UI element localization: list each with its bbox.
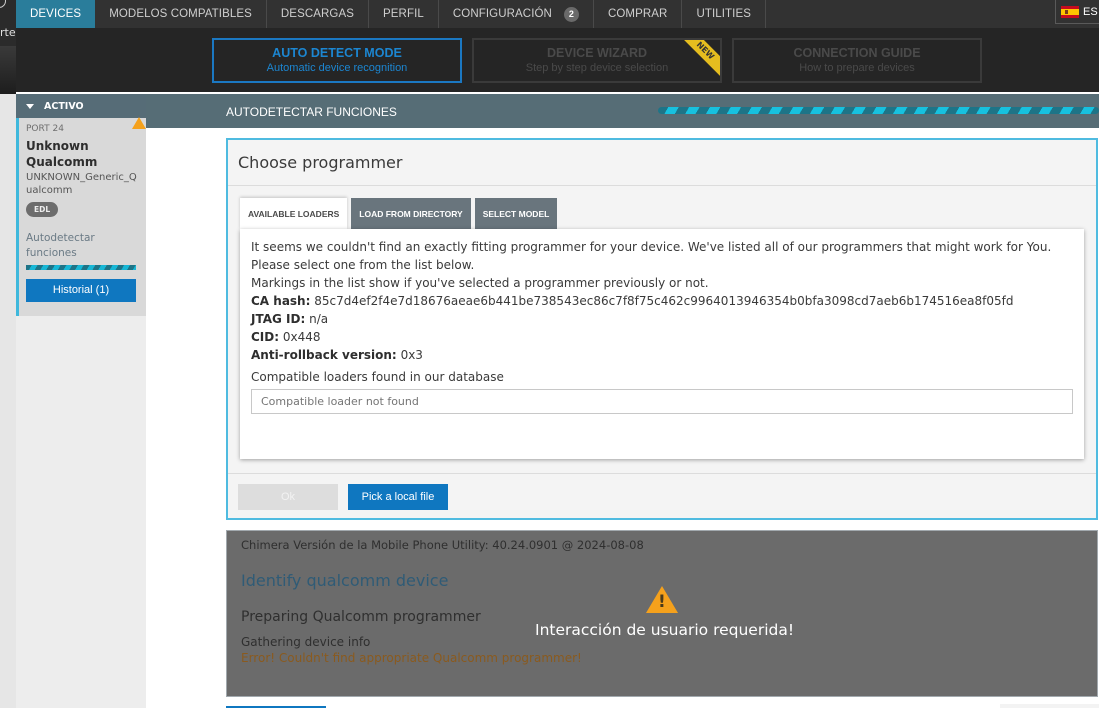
dialog-footer: Ok Pick a local file — [228, 473, 1096, 518]
field-key: CA hash: — [251, 294, 311, 308]
ca-hash-value: 85c7d4ef2f4e7d18676aeae6b441be738543ec86… — [314, 294, 1014, 308]
mode-badge: EDL — [26, 202, 59, 217]
nav-configuracion[interactable]: CONFIGURACIÓN 2 — [439, 0, 594, 28]
available-loaders-panel: It seems we couldn't find an exactly fit… — [240, 229, 1084, 459]
overlay-message: Interacción de usuario requerida! — [535, 621, 795, 639]
nav-modelos-label: MODELOS COMPATIBLES — [109, 8, 252, 20]
mode-title: AUTO DETECT MODE — [272, 46, 402, 60]
warning-icon — [132, 117, 146, 129]
operation-log-panel: Chimera Versión de la Mobile Phone Utili… — [226, 530, 1098, 697]
nav-perfil-label: PERFIL — [383, 8, 424, 20]
ok-button[interactable]: Ok — [238, 484, 338, 510]
mode-bar: AUTO DETECT MODE Automatic device recogn… — [16, 28, 1099, 92]
background-gradient-strip — [0, 46, 16, 94]
section-header: AUTODETECTAR FUNCIONES — [146, 94, 1099, 128]
mode-title: CONNECTION GUIDE — [793, 46, 921, 60]
ca-hash-row: CA hash: 85c7d4ef2f4e7d18676aeae6b441be7… — [251, 292, 1073, 310]
connection-guide-button[interactable]: CONNECTION GUIDE How to prepare devices — [732, 38, 982, 83]
section-title: AUTODETECTAR FUNCIONES — [226, 105, 397, 119]
nav-devices-label: DEVICES — [30, 8, 82, 20]
device-card[interactable]: PORT 24 Unknown Qualcomm UNKNOWN_Generic… — [16, 117, 146, 316]
cid-row: CID: 0x448 — [251, 328, 1073, 346]
top-navigation: DEVICES MODELOS COMPATIBLES DESCARGAS PE… — [16, 0, 1099, 28]
loaders-label: Compatible loaders found in our database — [251, 370, 504, 384]
device-status: Autodetectar funciones — [26, 232, 95, 259]
nav-comprar[interactable]: COMPRAR — [594, 0, 683, 28]
jtag-id-row: JTAG ID: n/a — [251, 310, 1073, 328]
active-section-toggle[interactable]: ACTIVO — [16, 94, 146, 118]
nav-perfil[interactable]: PERFIL — [369, 0, 439, 28]
pick-local-file-button[interactable]: Pick a local file — [348, 484, 448, 510]
device-progress-bar — [26, 265, 136, 270]
error-line: Error! Couldn't find appropriate Qualcom… — [241, 651, 582, 665]
intro-text: It seems we couldn't find an exactly fit… — [251, 240, 1052, 254]
loader-select-field[interactable] — [251, 389, 1073, 414]
nav-descargas[interactable]: DESCARGAS — [267, 0, 370, 28]
field-key: CID: — [251, 330, 280, 344]
mode-subtitle: Automatic device recognition — [266, 62, 408, 74]
cid-value: 0x448 — [282, 330, 321, 344]
language-selector[interactable]: ES — [1055, 0, 1099, 24]
field-key: JTAG ID: — [251, 312, 306, 326]
warning-icon: ! — [646, 586, 678, 613]
tab-available-loaders[interactable]: AVAILABLE LOADERS — [240, 198, 348, 229]
nav-utilities-label: UTILITIES — [696, 8, 752, 20]
dialog-title: Choose programmer — [228, 140, 1096, 186]
bottom-shadow — [1000, 704, 1099, 708]
active-section-label: ACTIVO — [44, 100, 84, 112]
tab-load-from-directory[interactable]: LOAD FROM DIRECTORY — [351, 198, 471, 229]
anti-rollback-row: Anti-rollback version: 0x3 — [251, 346, 1073, 364]
device-port: PORT 24 — [26, 124, 64, 134]
intro-text: Please select one from the list below. — [251, 258, 475, 272]
device-name: Unknown Qualcomm — [26, 139, 98, 169]
anti-rollback-value: 0x3 — [400, 348, 423, 362]
mode-subtitle: Step by step device selection — [525, 62, 669, 74]
dialog-tabs: AVAILABLE LOADERS LOAD FROM DIRECTORY SE… — [240, 198, 558, 229]
mode-subtitle: How to prepare devices — [799, 62, 915, 74]
nav-devices[interactable]: DEVICES — [16, 0, 96, 28]
language-code: ES — [1083, 5, 1098, 18]
mode-title: DEVICE WIZARD — [547, 46, 647, 60]
nav-descargas-label: DESCARGAS — [280, 8, 355, 20]
nav-comprar-label: COMPRAR — [607, 8, 668, 20]
device-model: UNKNOWN_Generic_Qualcomm — [26, 172, 137, 196]
app-window: rte DEVICES MODELOS COMPATIBLES DESCARGA… — [0, 0, 1099, 708]
choose-programmer-dialog: Choose programmer AVAILABLE LOADERS LOAD… — [226, 138, 1098, 520]
notification-badge: 2 — [563, 6, 579, 22]
spain-flag-icon — [1061, 5, 1079, 18]
section-progress-bar — [658, 107, 1099, 114]
history-button[interactable]: Historial (1) — [26, 279, 136, 302]
device-wizard-button[interactable]: DEVICE WIZARD Step by step device select… — [472, 38, 722, 83]
device-sidebar: ACTIVO PORT 24 Unknown Qualcomm UNKNOWN_… — [16, 94, 146, 708]
tab-select-model[interactable]: SELECT MODEL — [474, 198, 558, 229]
field-key: Anti-rollback version: — [251, 348, 397, 362]
nav-utilities[interactable]: UTILITIES — [682, 0, 767, 28]
user-interaction-overlay: ! Interacción de usuario requerida! — [535, 586, 795, 639]
jtag-id-value: n/a — [309, 312, 329, 326]
auto-detect-mode-button[interactable]: AUTO DETECT MODE Automatic device recogn… — [212, 38, 462, 83]
intro-text: Markings in the list show if you've sele… — [251, 276, 709, 290]
caret-down-icon — [26, 103, 34, 109]
background-window-edge: rte — [0, 0, 16, 708]
nav-configuracion-label: CONFIGURACIÓN — [452, 8, 552, 20]
nav-modelos-compatibles[interactable]: MODELOS COMPATIBLES — [95, 0, 267, 28]
version-line: Chimera Versión de la Mobile Phone Utili… — [241, 538, 644, 552]
background-partial-text: rte — [0, 26, 16, 39]
